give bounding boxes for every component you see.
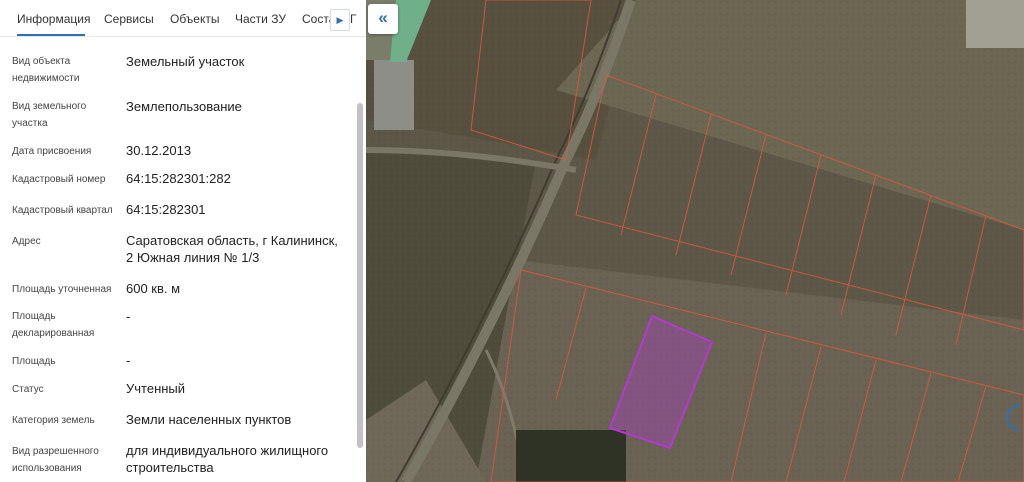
field-label: Площадь декларированная bbox=[12, 311, 95, 339]
field-value: Учтенный bbox=[126, 381, 186, 396]
field-value: 64:15:282301 bbox=[126, 202, 206, 217]
tab-more[interactable]: Г bbox=[350, 0, 358, 36]
tab-composition-clip: Соста bbox=[302, 0, 330, 36]
field-value: Земельный участок bbox=[126, 54, 245, 69]
field-value: - bbox=[126, 353, 131, 368]
field-value: Саратовская область, г Калининск, 2 Южна… bbox=[126, 233, 338, 265]
field-value: Землепользование bbox=[126, 99, 242, 114]
tabs-scroll-right-button[interactable]: ▶ bbox=[330, 9, 350, 31]
tab-composition[interactable]: Соста bbox=[302, 0, 330, 36]
field-label: Дата присвоения bbox=[12, 146, 92, 157]
field-label: Кадастровый квартал bbox=[12, 205, 113, 216]
field-label: Площадь уточненная bbox=[12, 284, 112, 295]
caret-right-icon: ▶ bbox=[336, 15, 344, 25]
field-label: Адрес bbox=[12, 236, 41, 247]
collapse-panel-button[interactable]: « bbox=[368, 4, 398, 34]
field-value: - bbox=[126, 309, 131, 324]
field-label: Вид разрешенного использования bbox=[12, 446, 99, 474]
field-value: Земли населенных пунктов bbox=[126, 412, 292, 427]
field-value: 30.12.2013 bbox=[126, 143, 192, 158]
info-panel: Информация Сервисы Объекты Части ЗУ Сост… bbox=[0, 0, 367, 482]
field-label: Кадастровый номер bbox=[12, 174, 106, 185]
tab-information[interactable]: Информация bbox=[17, 0, 90, 36]
map-imagery bbox=[366, 0, 1024, 482]
field-label: Площадь bbox=[12, 356, 56, 367]
field-value: 600 кв. м bbox=[126, 281, 181, 296]
tab-objects[interactable]: Объекты bbox=[170, 0, 220, 36]
field-value: для индивидуального жилищного строительс… bbox=[126, 443, 329, 475]
satellite-map[interactable] bbox=[366, 0, 1024, 482]
tab-services[interactable]: Сервисы bbox=[104, 0, 154, 36]
double-chevron-left-icon: « bbox=[378, 8, 388, 27]
tab-bar: Информация Сервисы Объекты Части ЗУ Сост… bbox=[0, 0, 366, 37]
scrollbar-thumb[interactable] bbox=[357, 103, 363, 448]
field-label: Статус bbox=[12, 384, 44, 395]
tab-parcel-parts[interactable]: Части ЗУ bbox=[235, 0, 286, 36]
field-label: Вид объекта недвижимости bbox=[12, 56, 80, 84]
field-label: Вид земельного участка bbox=[12, 101, 87, 129]
field-label: Категория земель bbox=[12, 415, 95, 426]
field-value: 64:15:282301:282 bbox=[126, 171, 231, 186]
